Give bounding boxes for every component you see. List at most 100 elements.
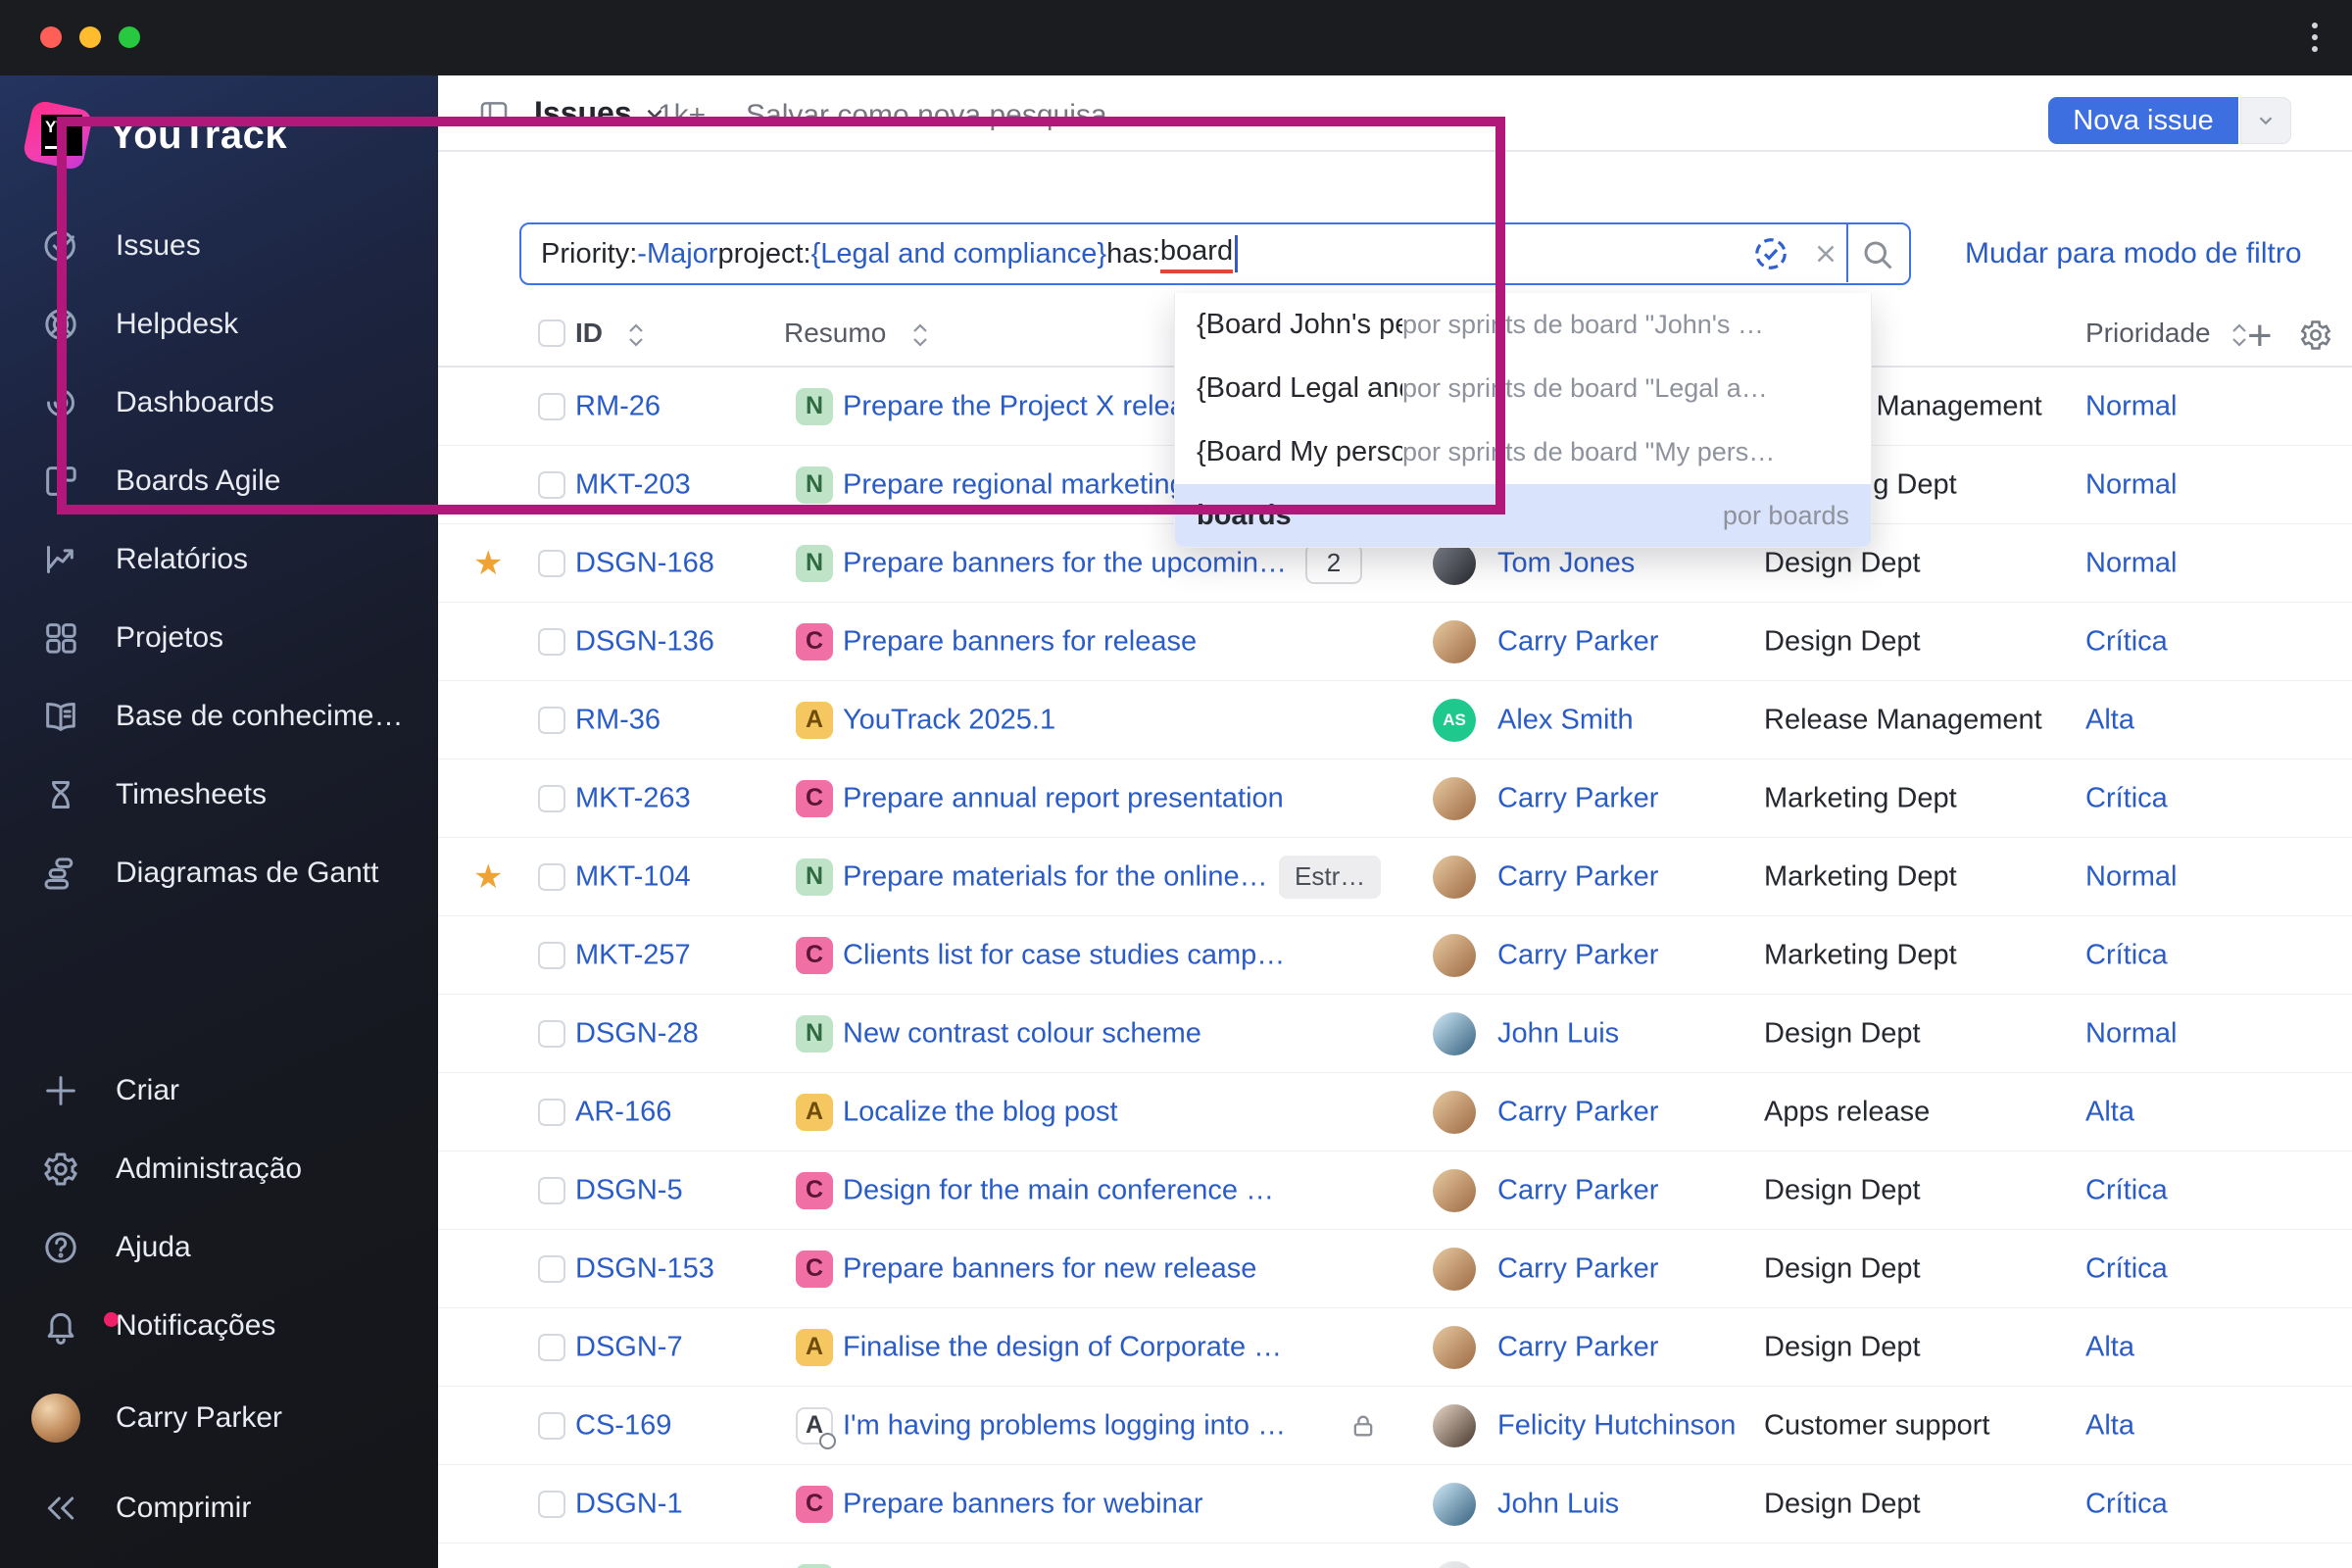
kebab-menu-icon[interactable] bbox=[2299, 22, 2330, 53]
sidebar-item-diagramas-de-gantt[interactable]: Diagramas de Gantt bbox=[0, 842, 438, 905]
issue-id-link[interactable]: MKT-104 bbox=[575, 860, 691, 893]
issue-row-MKT-257[interactable]: MKT-257 C Clients list for case studies ca… bbox=[438, 916, 2352, 995]
issue-summary-link[interactable]: New contrast colour scheme bbox=[843, 1017, 1201, 1050]
issue-row-RM-36[interactable]: RM-36 A YouTrack 2025.1 AS Alex Smith Release… bbox=[438, 681, 2352, 760]
row-checkbox[interactable] bbox=[538, 1020, 565, 1048]
issue-row-AR-166[interactable]: AR-166 A Localize the blog post Carry Parke… bbox=[438, 1073, 2352, 1152]
sidebar-user-profile[interactable]: Carry Parker bbox=[0, 1387, 438, 1449]
issue-id-link[interactable]: MKT-257 bbox=[575, 939, 691, 971]
issue-id-link[interactable]: DSGN-28 bbox=[575, 1017, 699, 1050]
row-checkbox[interactable] bbox=[538, 1491, 565, 1518]
assignee-link[interactable]: Carry Parker bbox=[1497, 860, 1658, 893]
issue-row-DSGN-153[interactable]: DSGN-153 C Prepare banners for new release… bbox=[438, 1230, 2352, 1308]
issue-summary-link[interactable]: Prepare the Project X relea bbox=[843, 390, 1186, 422]
issue-row-DSGN-1[interactable]: DSGN-1 C Prepare banners for webinar John L… bbox=[438, 1465, 2352, 1544]
issue-id-link[interactable]: DSGN-7 bbox=[575, 1331, 683, 1363]
assignee-link[interactable]: Carry Parker bbox=[1497, 939, 1658, 971]
priority-link[interactable]: Crítica bbox=[2085, 1174, 2168, 1206]
assignee-link[interactable]: John Luis bbox=[1497, 1488, 1619, 1520]
zoom-window-button[interactable] bbox=[119, 26, 140, 48]
row-checkbox[interactable] bbox=[538, 1099, 565, 1126]
row-checkbox[interactable] bbox=[538, 1177, 565, 1204]
issue-summary-link[interactable]: Prepare materials for the online… bbox=[843, 860, 1268, 893]
star-icon[interactable]: ★ bbox=[473, 858, 503, 897]
priority-link[interactable]: Alta bbox=[2085, 1331, 2134, 1363]
row-checkbox[interactable] bbox=[538, 1255, 565, 1283]
row-checkbox[interactable] bbox=[538, 1412, 565, 1440]
issue-id-link[interactable]: DSGN-5 bbox=[575, 1174, 683, 1206]
assignee-link[interactable]: Carry Parker bbox=[1497, 1331, 1658, 1363]
issue-summary-link[interactable]: Prepare regional marketing bbox=[843, 468, 1186, 501]
sort-icon[interactable] bbox=[2230, 321, 2249, 349]
row-checkbox[interactable] bbox=[538, 471, 565, 499]
row-checkbox[interactable] bbox=[538, 707, 565, 734]
sort-icon[interactable] bbox=[910, 321, 930, 349]
issue-summary-link[interactable]: Prepare banners for webinar bbox=[843, 1488, 1203, 1520]
priority-link[interactable]: Normal bbox=[2085, 860, 2177, 893]
issue-row-DSGN-136[interactable]: DSGN-136 C Prepare banners for release Carr… bbox=[438, 603, 2352, 681]
select-all-checkbox[interactable] bbox=[538, 319, 565, 347]
priority-link[interactable]: Crítica bbox=[2085, 782, 2168, 814]
row-checkbox[interactable] bbox=[538, 785, 565, 812]
issue-summary-link[interactable]: Localize the blog post bbox=[843, 1096, 1118, 1128]
toggle-sidebar-icon[interactable] bbox=[477, 97, 511, 130]
priority-link[interactable]: Crítica bbox=[2085, 1252, 2168, 1285]
sidebar-item-relat-rios[interactable]: Relatórios bbox=[0, 528, 438, 591]
sidebar-item-issues[interactable]: Issues bbox=[0, 215, 438, 277]
assignee-link[interactable]: Carry Parker bbox=[1497, 1174, 1658, 1206]
issue-id-link[interactable]: DSGN-1 bbox=[575, 1488, 683, 1520]
save-search-button[interactable]: Salvar como nova pesquisa bbox=[746, 99, 1107, 132]
row-checkbox[interactable] bbox=[538, 550, 565, 577]
issue-id-link[interactable]: MKT-203 bbox=[575, 468, 691, 501]
priority-link[interactable]: Crítica bbox=[2085, 939, 2168, 971]
issue-summary-link[interactable]: Prepare banners for new release bbox=[843, 1252, 1256, 1285]
sidebar-item-ajuda[interactable]: Ajuda bbox=[0, 1216, 438, 1279]
issue-id-link[interactable]: DSGN-136 bbox=[575, 625, 714, 658]
sidebar-item-timesheets[interactable]: Timesheets bbox=[0, 763, 438, 826]
sidebar-item-notifica-es[interactable]: Notificações bbox=[0, 1295, 438, 1357]
priority-link[interactable]: Alta bbox=[2085, 1409, 2134, 1442]
issue-id-link[interactable]: AR-166 bbox=[575, 1096, 671, 1128]
priority-link[interactable]: Alta bbox=[2085, 1096, 2134, 1128]
issue-id-link[interactable]: DSGN-153 bbox=[575, 1252, 714, 1285]
assignee-link[interactable]: Carry Parker bbox=[1497, 1252, 1658, 1285]
suggest-item-board-my-persona[interactable]: {Board My persona…por sprints de board "… bbox=[1175, 420, 1871, 484]
minimize-window-button[interactable] bbox=[79, 26, 101, 48]
priority-link[interactable]: Crítica bbox=[2085, 1488, 2168, 1520]
assignee-link[interactable]: John Luis bbox=[1497, 1017, 1619, 1050]
issue-id-link[interactable]: DSGN-168 bbox=[575, 547, 714, 579]
issue-row-DSGN-5[interactable]: DSGN-5 C Design for the main conference pa… bbox=[438, 1152, 2352, 1230]
assignee-link[interactable]: Carry Parker bbox=[1497, 782, 1658, 814]
issue-row-MKT-1[interactable]: MKT-1NPrepare "Borders" campaignMikaMark… bbox=[438, 1544, 2352, 1568]
sidebar-item-helpdesk[interactable]: Helpdesk bbox=[0, 293, 438, 356]
add-column-button[interactable]: + bbox=[2247, 312, 2273, 361]
assignee-link[interactable]: Felicity Hutchinson bbox=[1497, 1409, 1736, 1442]
issue-summary-link[interactable]: Finalise the design of Corporate overvie… bbox=[843, 1331, 1289, 1363]
issue-summary-link[interactable]: I'm having problems logging into my … bbox=[843, 1409, 1289, 1442]
assignee-link[interactable]: Alex Smith bbox=[1497, 704, 1634, 736]
new-issue-button[interactable]: Nova issue bbox=[2048, 97, 2238, 144]
issue-summary-link[interactable]: Design for the main conference page on… bbox=[843, 1174, 1289, 1206]
table-settings-gear-icon[interactable] bbox=[2298, 318, 2333, 353]
sidebar-item-administra-o[interactable]: Administração bbox=[0, 1138, 438, 1200]
sidebar-item-base-de-conhecime[interactable]: Base de conhecime… bbox=[0, 685, 438, 748]
switch-filter-mode-link[interactable]: Mudar para modo de filtro bbox=[1965, 237, 2302, 270]
row-checkbox[interactable] bbox=[538, 628, 565, 656]
sidebar-item-projetos[interactable]: Projetos bbox=[0, 607, 438, 669]
issue-row-CS-169[interactable]: CS-169 A I'm having problems logging into … bbox=[438, 1387, 2352, 1465]
assignee-link[interactable]: Carry Parker bbox=[1497, 625, 1658, 658]
priority-link[interactable]: Normal bbox=[2085, 468, 2177, 501]
priority-link[interactable]: Normal bbox=[2085, 390, 2177, 422]
issue-id-link[interactable]: RM-26 bbox=[575, 390, 661, 422]
priority-link[interactable]: Crítica bbox=[2085, 625, 2168, 658]
row-checkbox[interactable] bbox=[538, 863, 565, 891]
sidebar-item-boards-agile[interactable]: Boards Agile bbox=[0, 450, 438, 513]
sidebar-item-dashboards[interactable]: Dashboards bbox=[0, 371, 438, 434]
issue-row-MKT-104[interactable]: ★ MKT-104 N Prepare materials for the onlin… bbox=[438, 838, 2352, 916]
issue-id-link[interactable]: MKT-263 bbox=[575, 782, 691, 814]
priority-link[interactable]: Normal bbox=[2085, 1017, 2177, 1050]
query-assist-check-icon[interactable] bbox=[1752, 235, 1789, 272]
issue-summary-link[interactable]: Prepare annual report presentation bbox=[843, 782, 1284, 814]
row-checkbox[interactable] bbox=[538, 393, 565, 420]
star-icon[interactable]: ★ bbox=[473, 544, 503, 583]
